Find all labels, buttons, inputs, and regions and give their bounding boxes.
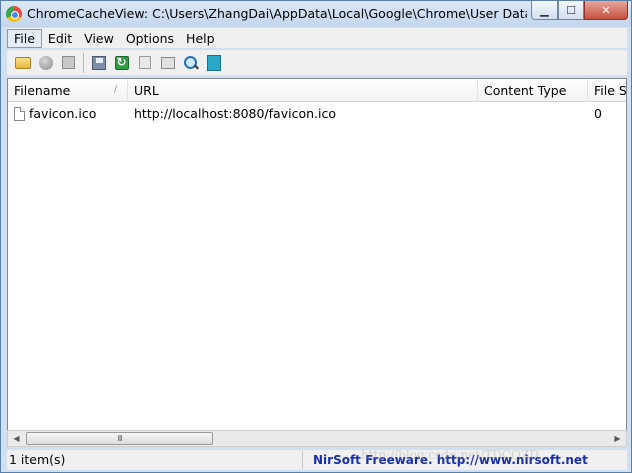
menu-options[interactable]: Options <box>120 29 180 48</box>
open-folder-icon <box>14 56 31 69</box>
minimize-button[interactable]: ▁ <box>531 1 558 20</box>
stop-button[interactable] <box>34 52 57 74</box>
open-folder-button[interactable] <box>11 52 34 74</box>
close-button[interactable]: ✕ <box>584 1 628 20</box>
copy-icon <box>62 56 75 69</box>
minimize-icon: ▁ <box>540 3 549 17</box>
copy-clipboard-button[interactable] <box>133 52 156 74</box>
properties-button[interactable] <box>156 52 179 74</box>
chrome-cache-icon <box>6 6 22 22</box>
table-row[interactable]: favicon.ico http://localhost:8080/favico… <box>8 103 626 123</box>
window-title: ChromeCacheView: C:\Users\ZhangDai\AppDa… <box>27 6 527 21</box>
arrow-left-icon: ◀ <box>13 434 20 443</box>
menu-edit[interactable]: Edit <box>42 29 78 48</box>
exit-icon <box>206 54 221 71</box>
sort-indicator-icon: / <box>113 85 117 95</box>
menu-file[interactable]: File <box>7 28 42 48</box>
cell-url: http://localhost:8080/favicon.ico <box>134 105 336 121</box>
column-label: Filename <box>14 83 71 98</box>
grip-icon: III <box>117 434 122 443</box>
refresh-button[interactable] <box>110 52 133 74</box>
maximize-button[interactable]: ☐ <box>558 1 584 20</box>
save-icon <box>91 55 106 70</box>
column-header-content-type[interactable]: Content Type <box>478 79 588 102</box>
watermark-text: http://blog.csdn.net/TDCQZD <box>361 448 539 462</box>
properties-icon <box>160 56 175 69</box>
menu-help[interactable]: Help <box>180 29 221 48</box>
item-count-status: 1 item(s) <box>7 451 303 469</box>
find-icon <box>183 55 198 70</box>
copy-clipboard-icon <box>138 56 151 69</box>
title-bar[interactable]: ChromeCacheView: C:\Users\ZhangDai\AppDa… <box>1 1 631 27</box>
cell-filename: favicon.ico <box>8 106 128 121</box>
copy-files-button[interactable] <box>57 52 80 74</box>
menu-bar: File Edit View Options Help <box>7 28 627 48</box>
exit-button[interactable] <box>202 52 225 74</box>
scrollbar-thumb[interactable]: III <box>26 432 213 445</box>
menu-view[interactable]: View <box>78 29 120 48</box>
file-icon <box>14 106 25 121</box>
filename-text: favicon.ico <box>29 105 97 121</box>
column-header-file-size[interactable]: File Siz <box>588 79 626 102</box>
horizontal-scrollbar[interactable]: ◀ III ▶ <box>7 430 627 447</box>
scroll-left-button[interactable]: ◀ <box>8 431 25 446</box>
toolbar <box>7 49 627 75</box>
scroll-right-button[interactable]: ▶ <box>609 431 626 446</box>
toolbar-separator <box>83 52 84 73</box>
cell-file-size: 0 <box>594 105 602 121</box>
cache-list[interactable]: Filename / URL Content Type File Siz fav… <box>7 78 627 431</box>
save-button[interactable] <box>87 52 110 74</box>
close-icon: ✕ <box>601 3 611 17</box>
stop-icon <box>38 55 53 70</box>
arrow-right-icon: ▶ <box>614 434 621 443</box>
app-window: ChromeCacheView: C:\Users\ZhangDai\AppDa… <box>0 0 632 473</box>
maximize-icon: ☐ <box>566 3 576 17</box>
column-header-url[interactable]: URL <box>128 79 478 102</box>
column-header-filename[interactable]: Filename / <box>8 79 128 102</box>
refresh-icon <box>114 55 129 70</box>
find-button[interactable] <box>179 52 202 74</box>
list-header: Filename / URL Content Type File Siz <box>8 79 626 102</box>
